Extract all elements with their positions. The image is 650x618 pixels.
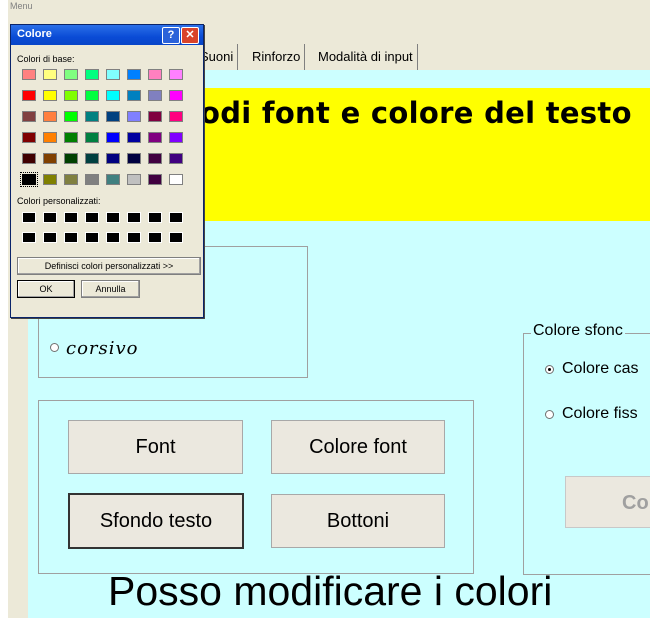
color-swatch[interactable] <box>127 111 141 122</box>
color-swatch[interactable] <box>85 174 99 185</box>
dialog-title: Colore <box>17 28 52 40</box>
custom-color-swatch[interactable] <box>106 232 120 243</box>
color-swatch[interactable] <box>64 69 78 80</box>
help-icon[interactable]: ? <box>162 27 180 44</box>
color-swatch[interactable] <box>20 172 38 187</box>
tab-modalita-input[interactable]: Modalità di input <box>318 44 418 70</box>
color-swatch[interactable] <box>127 90 141 101</box>
color-swatch[interactable] <box>106 132 120 143</box>
color-swatch[interactable] <box>43 132 57 143</box>
color-swatch[interactable] <box>148 132 162 143</box>
font-button[interactable]: Font <box>68 420 243 474</box>
custom-color-swatch[interactable] <box>22 232 36 243</box>
color-swatch[interactable] <box>148 90 162 101</box>
slide-caption: Posso modificare i colori <box>108 568 553 614</box>
color-swatch[interactable] <box>64 174 78 185</box>
custom-color-swatch[interactable] <box>169 212 183 223</box>
color-swatch[interactable] <box>106 153 120 164</box>
color-swatch[interactable] <box>85 111 99 122</box>
color-swatch[interactable] <box>148 111 162 122</box>
color-swatch[interactable] <box>127 153 141 164</box>
color-swatch[interactable] <box>85 90 99 101</box>
color-swatch[interactable] <box>64 132 78 143</box>
color-swatch[interactable] <box>22 153 36 164</box>
sfondo-testo-button[interactable]: Sfondo testo <box>68 493 244 549</box>
custom-color-swatch[interactable] <box>85 232 99 243</box>
color-swatch[interactable] <box>22 90 36 101</box>
tab-rinforzo[interactable]: Rinforzo <box>252 44 306 70</box>
color-swatch[interactable] <box>43 69 57 80</box>
custom-color-swatch[interactable] <box>169 232 183 243</box>
color-swatch[interactable] <box>127 69 141 80</box>
color-swatch[interactable] <box>43 90 57 101</box>
color-swatch[interactable] <box>85 69 99 80</box>
color-swatch[interactable] <box>85 132 99 143</box>
color-swatch[interactable] <box>106 111 120 122</box>
color-swatch[interactable] <box>127 132 141 143</box>
custom-color-swatch[interactable] <box>64 232 78 243</box>
custom-colors-label: Colori personalizzati: <box>17 196 101 206</box>
color-swatch[interactable] <box>169 153 183 164</box>
colore-fisso-label: Colore fiss <box>562 405 638 422</box>
color-swatch[interactable] <box>43 111 57 122</box>
color-swatch[interactable] <box>169 90 183 101</box>
color-swatch[interactable] <box>64 111 78 122</box>
color-dialog: Colore ? ✕ Colori di base: Colori person… <box>10 24 204 318</box>
color-swatch[interactable] <box>169 111 183 122</box>
tab-suoni[interactable]: Suoni <box>200 44 239 70</box>
color-swatch[interactable] <box>106 174 120 185</box>
custom-color-swatch[interactable] <box>127 232 141 243</box>
color-swatch[interactable] <box>148 153 162 164</box>
color-swatch[interactable] <box>169 69 183 80</box>
colore-button-disabled[interactable]: Col <box>565 476 650 528</box>
define-custom-colors-button[interactable]: Definisci colori personalizzati >> <box>17 257 201 275</box>
color-swatch[interactable] <box>127 174 141 185</box>
radio-colore-casuale[interactable] <box>545 365 554 374</box>
custom-color-swatch[interactable] <box>127 212 141 223</box>
basic-colors-label: Colori di base: <box>17 54 75 64</box>
custom-color-swatch[interactable] <box>22 212 36 223</box>
option-corsivo-label: corsivo <box>66 338 139 359</box>
colore-sfondo-title: Colore sfonc <box>531 322 625 340</box>
ok-button[interactable]: OK <box>17 280 75 298</box>
color-swatch[interactable] <box>106 90 120 101</box>
custom-color-swatch[interactable] <box>148 212 162 223</box>
colore-font-button[interactable]: Colore font <box>271 420 445 474</box>
color-swatch[interactable] <box>43 174 57 185</box>
menu-label[interactable]: Menu <box>10 1 33 11</box>
color-swatch[interactable] <box>22 69 36 80</box>
color-swatch[interactable] <box>22 132 36 143</box>
custom-color-swatch[interactable] <box>106 212 120 223</box>
color-swatch[interactable] <box>169 132 183 143</box>
radio-colore-fisso[interactable] <box>545 410 554 419</box>
bottoni-button[interactable]: Bottoni <box>271 494 445 548</box>
custom-color-swatch[interactable] <box>43 212 57 223</box>
custom-color-swatch[interactable] <box>64 212 78 223</box>
color-swatch[interactable] <box>148 174 162 185</box>
custom-color-swatch[interactable] <box>148 232 162 243</box>
color-swatch[interactable] <box>169 174 183 185</box>
custom-color-swatch[interactable] <box>43 232 57 243</box>
banner-title: odi font e colore del testo <box>200 96 632 130</box>
color-swatch[interactable] <box>64 153 78 164</box>
color-swatch[interactable] <box>22 111 36 122</box>
radio-selected-dot <box>548 368 551 371</box>
color-swatch[interactable] <box>148 69 162 80</box>
menu-bar <box>8 0 650 14</box>
color-swatch[interactable] <box>106 69 120 80</box>
close-icon[interactable]: ✕ <box>181 27 199 44</box>
color-swatch[interactable] <box>85 153 99 164</box>
color-swatch[interactable] <box>43 153 57 164</box>
colore-casuale-label: Colore cas <box>562 360 639 377</box>
color-swatch[interactable] <box>64 90 78 101</box>
custom-color-swatch[interactable] <box>85 212 99 223</box>
cancel-button[interactable]: Annulla <box>81 280 140 298</box>
radio-corsivo[interactable] <box>50 343 59 352</box>
